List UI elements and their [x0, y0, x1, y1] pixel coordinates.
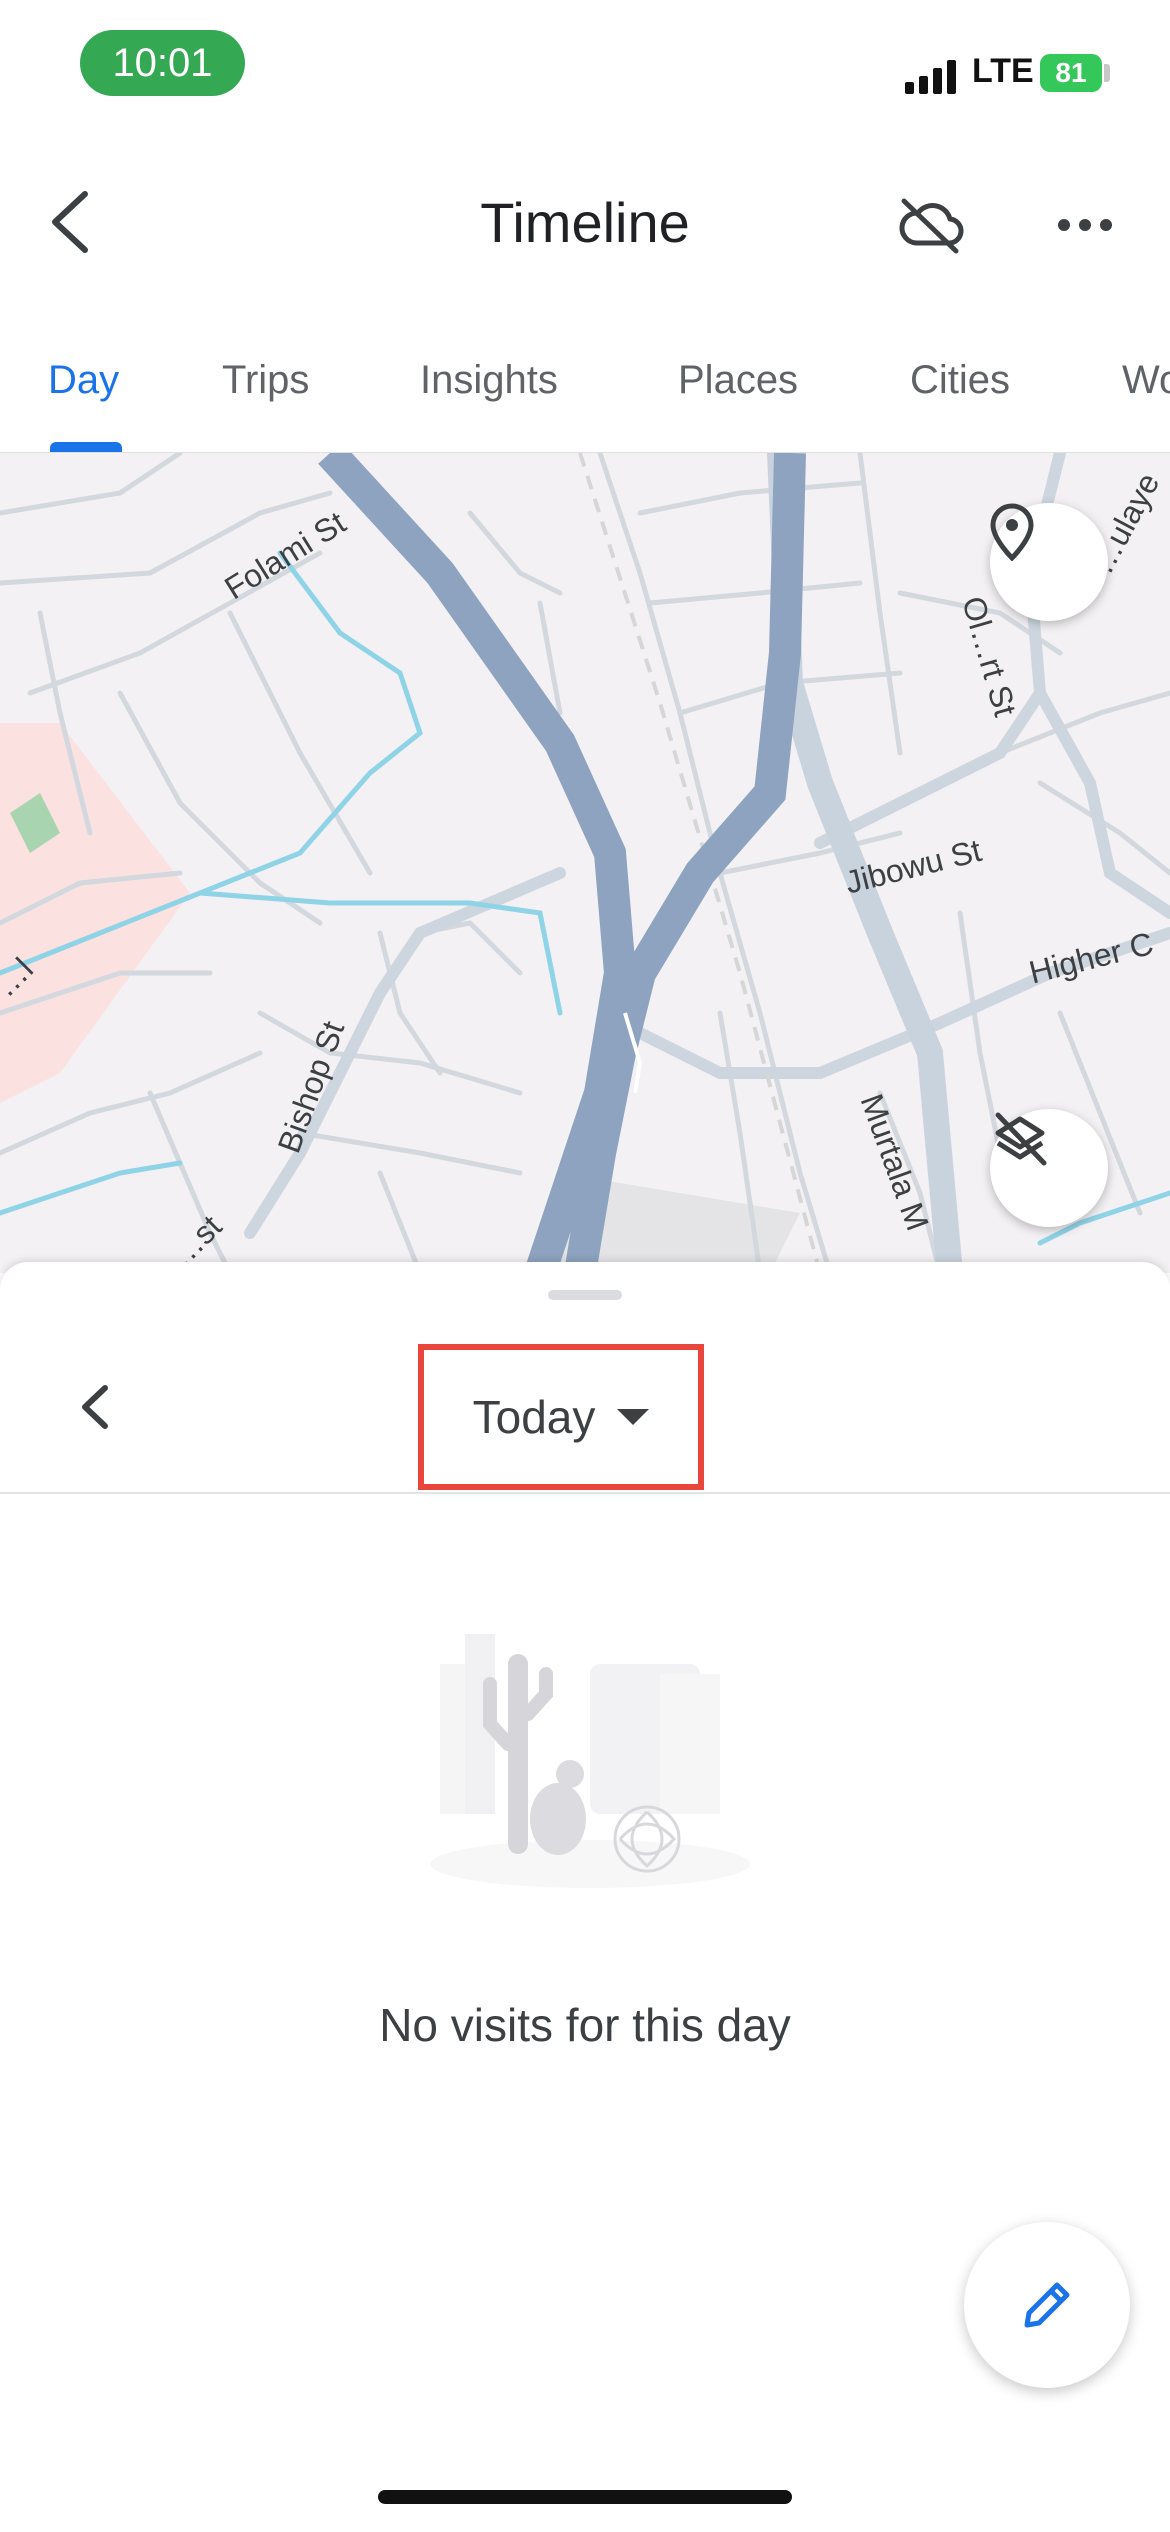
- page-title: Timeline: [480, 191, 690, 254]
- location-button[interactable]: [990, 503, 1108, 621]
- tab-trips[interactable]: Trips: [222, 358, 309, 403]
- layers-toggle-button[interactable]: [990, 1109, 1108, 1227]
- active-tab-indicator: [50, 442, 122, 452]
- pencil-icon: [1024, 2282, 1070, 2328]
- sheet-drag-handle[interactable]: [548, 1290, 622, 1300]
- empty-state-message: No visits for this day: [379, 1999, 791, 2051]
- dropdown-arrow-icon: [617, 1409, 650, 1425]
- tab-world[interactable]: Wo: [1122, 358, 1170, 403]
- tab-places[interactable]: Places: [678, 358, 798, 403]
- bottom-sheet: Today No visits for this day: [0, 1262, 1170, 2532]
- app-bar: Timeline: [0, 140, 1170, 310]
- carrier-label: LTE: [972, 52, 1034, 90]
- edit-button[interactable]: [964, 2222, 1130, 2388]
- location-pin-icon: [990, 503, 1034, 561]
- cloud-off-icon: [899, 198, 964, 254]
- tab-day[interactable]: Day: [48, 358, 119, 403]
- more-horizontal-icon: [1058, 219, 1112, 231]
- tab-bar: Day Trips Insights Places Cities Wo: [0, 310, 1170, 452]
- more-options-button[interactable]: [1040, 180, 1130, 270]
- home-indicator: [378, 2490, 792, 2504]
- previous-day-button[interactable]: [50, 1362, 140, 1452]
- cellular-signal-icon: [905, 60, 956, 94]
- date-navigation: Today: [0, 1322, 1170, 1494]
- desert-cactus-illustration: [430, 1634, 750, 1888]
- date-selector-dropdown[interactable]: Today: [418, 1344, 704, 1490]
- date-label: Today: [472, 1391, 596, 1443]
- battery-cap: [1104, 64, 1110, 82]
- map-view[interactable]: Folami St Bishop St Jibowu St Higher C M…: [0, 452, 1170, 1273]
- tab-insights[interactable]: Insights: [420, 358, 558, 403]
- battery-level: 81: [1055, 57, 1087, 88]
- cloud-sync-button[interactable]: [886, 180, 976, 270]
- status-bar: 10:01 LTE 81: [0, 0, 1170, 140]
- status-time: 10:01: [80, 30, 245, 96]
- tab-cities[interactable]: Cities: [910, 358, 1010, 403]
- layers-off-icon: [995, 1112, 1047, 1166]
- battery-icon: 81: [1040, 54, 1102, 92]
- chevron-left-icon: [82, 1385, 108, 1429]
